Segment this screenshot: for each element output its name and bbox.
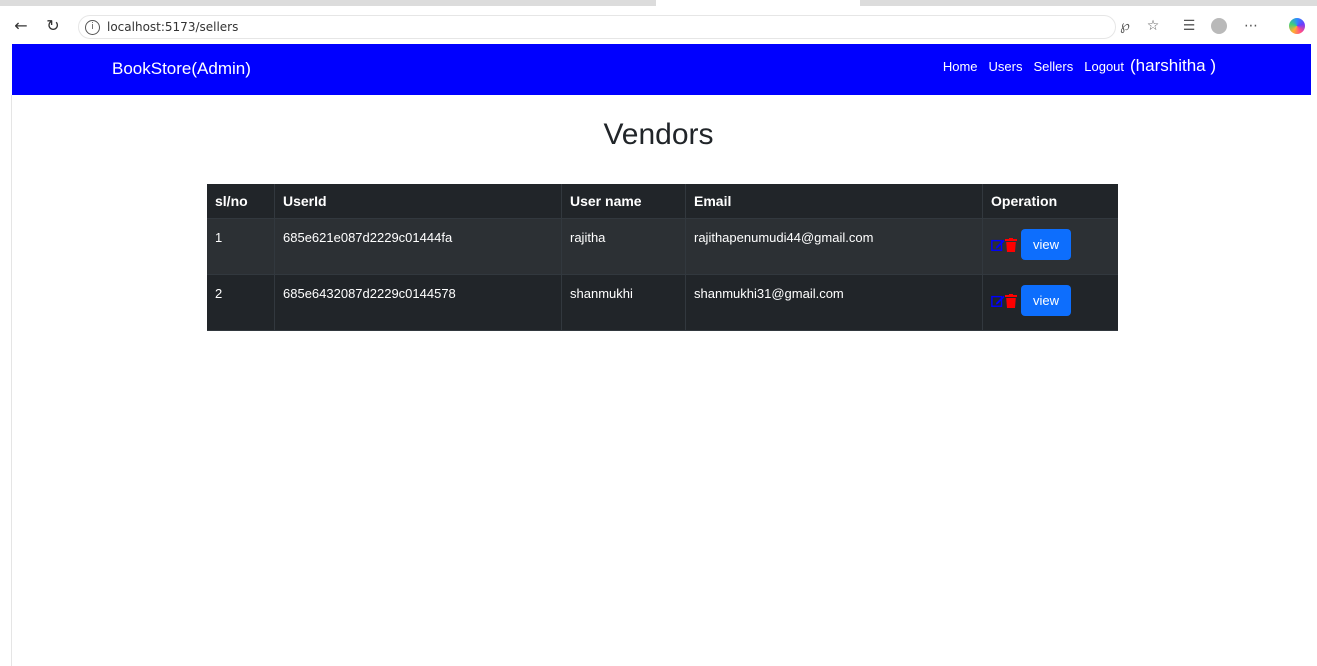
table-header-row: sl/no UserId User name Email Operation	[207, 184, 1118, 219]
cell-operation: view	[982, 218, 1118, 275]
profile-icon[interactable]	[1208, 15, 1230, 37]
nav-link-sellers[interactable]: Sellers	[1034, 59, 1074, 74]
trash-icon[interactable]	[1005, 293, 1017, 308]
edit-icon[interactable]	[991, 294, 1005, 308]
cell-operation: view	[982, 274, 1118, 331]
vendors-table: sl/no UserId User name Email Operation 1…	[207, 184, 1118, 331]
nav-link-users[interactable]: Users	[989, 59, 1023, 74]
favorite-star-icon[interactable]: ☆	[1142, 15, 1164, 37]
cell-slno: 1	[207, 218, 275, 275]
info-icon[interactable]: i	[85, 20, 100, 35]
trash-icon[interactable]	[1005, 237, 1017, 252]
cell-email: rajithapenumudi44@gmail.com	[685, 218, 983, 275]
column-header-username: User name	[561, 184, 686, 219]
cell-slno: 2	[207, 274, 275, 331]
favorites-list-icon[interactable]: ☰	[1178, 15, 1200, 37]
cell-username: rajitha	[561, 218, 686, 275]
column-header-operation: Operation	[982, 184, 1118, 219]
view-button[interactable]: view	[1021, 229, 1072, 260]
view-button[interactable]: view	[1021, 285, 1072, 316]
operation-group: view	[991, 229, 1110, 260]
page-title: Vendors	[603, 118, 714, 151]
brand-title[interactable]: BookStore(Admin)	[112, 59, 251, 79]
table-row: 1 685e621e087d2229c01444fa rajitha rajit…	[207, 218, 1118, 275]
column-header-userid: UserId	[274, 184, 562, 219]
copilot-icon[interactable]	[1286, 15, 1308, 37]
app-navbar: BookStore(Admin) Home Users Sellers Logo…	[12, 44, 1311, 95]
cell-email: shanmukhi31@gmail.com	[685, 274, 983, 331]
reload-icon[interactable]: ↻	[42, 15, 64, 37]
nav-link-logout[interactable]: Logout	[1084, 59, 1124, 74]
nav-link-home[interactable]: Home	[943, 59, 978, 74]
column-header-slno: sl/no	[207, 184, 275, 219]
nav-links: Home Users Sellers Logout (harshitha )	[932, 56, 1216, 76]
tab-strip	[656, 0, 860, 6]
page-left-border	[11, 95, 12, 666]
edit-icon[interactable]	[991, 238, 1005, 252]
back-arrow-icon[interactable]: ←	[10, 15, 32, 37]
current-user-name: (harshitha )	[1130, 56, 1216, 75]
url-text[interactable]: localhost:5173/sellers	[107, 20, 238, 34]
read-aloud-icon[interactable]: ℘	[1114, 15, 1136, 37]
operation-group: view	[991, 285, 1110, 316]
cell-userid: 685e621e087d2229c01444fa	[274, 218, 562, 275]
more-icon[interactable]: ⋯	[1240, 15, 1262, 37]
column-header-email: Email	[685, 184, 983, 219]
browser-toolbar: ← ↻ i localhost:5173/sellers ℘ ☆ ☰ ⋯	[0, 0, 1317, 42]
address-bar[interactable]: i localhost:5173/sellers	[78, 15, 1116, 39]
table-row: 2 685e6432087d2229c0144578 shanmukhi sha…	[207, 274, 1118, 331]
cell-username: shanmukhi	[561, 274, 686, 331]
cell-userid: 685e6432087d2229c0144578	[274, 274, 562, 331]
